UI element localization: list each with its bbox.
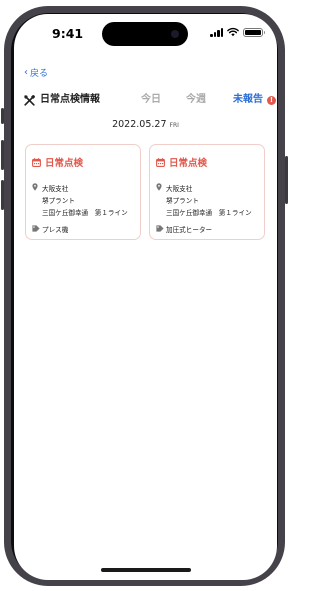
phone-screen: 9:41 ‹ 戻る 日常点検情報 今日 今週 未報告 ! 2022.05.27 …	[14, 14, 277, 580]
weekday: FRI	[169, 122, 179, 129]
card-title-text: 日常点検	[45, 158, 84, 169]
branch-name: 大阪支社	[166, 185, 193, 193]
power-button	[285, 156, 288, 204]
card-title-text: 日常点検	[169, 158, 208, 169]
equipment-tag: 加圧式ヒーター	[166, 226, 213, 234]
home-indicator[interactable]	[101, 568, 191, 572]
dynamic-island	[102, 22, 188, 46]
line-name: 三国ケ丘御幸通 第１ライン	[166, 209, 252, 217]
tab-today[interactable]: 今日	[141, 93, 161, 107]
tab-bar: 日常点検情報 今日 今週 未報告 !	[24, 93, 276, 107]
wifi-icon	[227, 27, 239, 37]
tab-label: 未報告	[233, 94, 263, 105]
camera-icon	[171, 30, 179, 38]
tag-icon	[32, 225, 40, 232]
battery-icon	[243, 27, 265, 37]
equipment-tag: プレス機	[42, 226, 69, 234]
location-pin-icon	[156, 183, 162, 191]
cellular-signal-icon	[210, 27, 223, 37]
tab-daily-inspection-info[interactable]: 日常点検情報	[24, 93, 100, 107]
system-icons	[210, 26, 265, 38]
branch-name: 大阪支社	[42, 185, 69, 193]
card-title: 日常点検	[156, 155, 207, 169]
tools-icon	[24, 94, 35, 106]
inspection-card[interactable]: 日常点検 大阪支社 堺プラント 三国ケ丘御幸通 第１ライン プレス機	[25, 144, 141, 240]
back-button[interactable]: ‹ 戻る	[24, 66, 48, 79]
status-bar: 9:41	[14, 14, 277, 54]
date-value: 2022.05.27	[112, 119, 167, 130]
alert-badge: !	[267, 95, 276, 105]
calendar-icon	[156, 157, 165, 167]
tag-icon	[156, 225, 164, 232]
status-time: 9:41	[52, 26, 84, 41]
plant-name: 堺プラント	[166, 197, 199, 205]
back-label: 戻る	[30, 69, 49, 79]
tab-unreported[interactable]: 未報告 !	[233, 93, 276, 107]
plant-name: 堺プラント	[42, 197, 75, 205]
location-pin-icon	[32, 183, 38, 191]
chevron-left-icon: ‹	[24, 66, 28, 78]
tab-this-week[interactable]: 今週	[186, 93, 206, 107]
tab-label: 日常点検情報	[40, 94, 100, 105]
card-title: 日常点検	[32, 155, 83, 169]
inspection-card[interactable]: 日常点検 大阪支社 堺プラント 三国ケ丘御幸通 第１ライン 加圧式ヒーター	[149, 144, 265, 240]
calendar-icon	[32, 157, 41, 167]
line-name: 三国ケ丘御幸通 第１ライン	[42, 209, 128, 217]
date-header: 2022.05.27 FRI	[14, 119, 277, 130]
